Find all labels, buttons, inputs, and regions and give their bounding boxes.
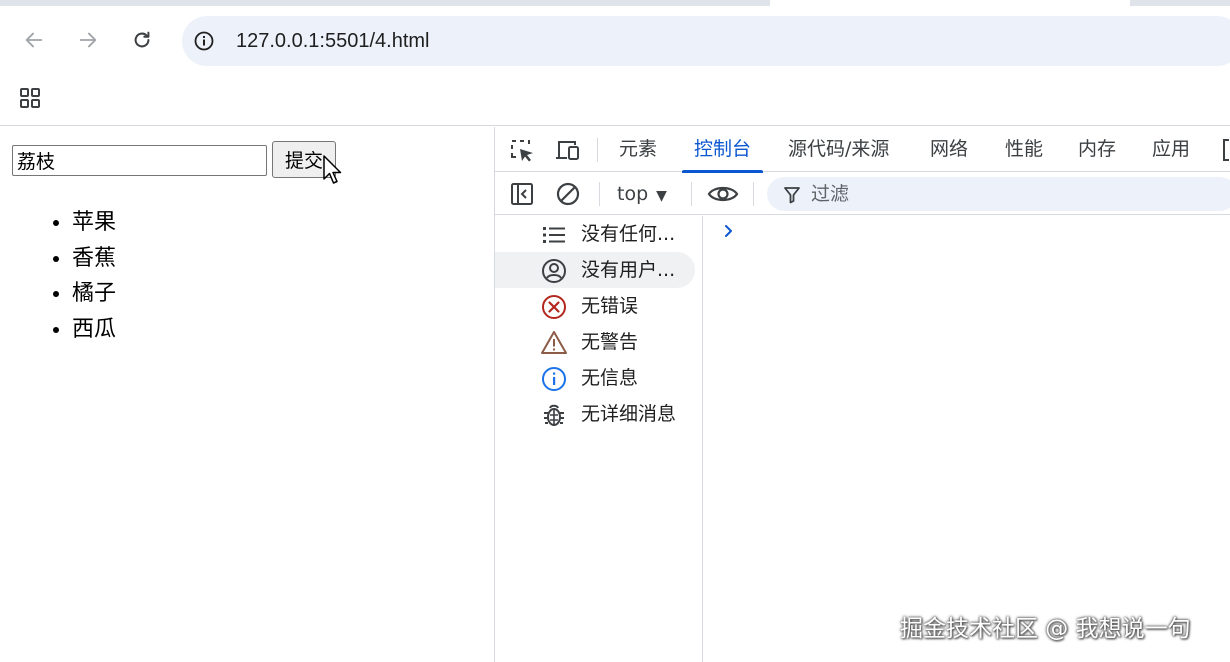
list-item: 橘子 <box>72 276 116 312</box>
sidebar-item-label: 无警告 <box>581 331 639 353</box>
forward-button[interactable] <box>72 24 104 56</box>
sidebar-toggle-icon[interactable] <box>509 181 535 207</box>
sidebar-item-messages[interactable]: 没有任何... <box>495 216 703 252</box>
watermark: 掘金技术社区 @ 我想说一句 <box>900 616 1191 642</box>
devtools-panel: 元素 控制台 源代码/来源 网络 性能 内存 应用 top ▼ 过滤 没有任何.… <box>494 127 1230 662</box>
context-selector[interactable]: top ▼ <box>617 179 667 209</box>
reload-button[interactable] <box>126 24 158 56</box>
list-item: 香蕉 <box>72 241 116 277</box>
sidebar-item-errors[interactable]: 无错误 <box>495 288 703 324</box>
inspect-element-icon[interactable] <box>509 138 535 162</box>
back-arrow-icon <box>25 32 43 48</box>
sidebar-item-label: 无错误 <box>581 295 639 317</box>
list-item: 西瓜 <box>72 312 116 348</box>
fruit-input[interactable] <box>12 145 267 176</box>
live-expression-eye-icon[interactable] <box>707 181 739 207</box>
tab-memory[interactable]: 内存 <box>1078 127 1116 172</box>
console-toolbar: top ▼ 过滤 <box>495 173 1230 215</box>
mouse-cursor-icon <box>323 155 342 184</box>
url-text[interactable]: 127.0.0.1:5501/4.html <box>236 28 429 54</box>
filter-funnel-icon <box>784 187 800 204</box>
warning-icon <box>541 331 567 354</box>
tab-network[interactable]: 网络 <box>930 127 968 172</box>
context-value: top <box>617 183 649 205</box>
console-sidebar: 没有任何... 没有用户... 无错误 无警告 无信息 无详细消息 <box>495 216 703 662</box>
tab-sources[interactable]: 源代码/来源 <box>788 127 889 172</box>
address-bar[interactable]: 127.0.0.1:5501/4.html <box>182 16 1230 66</box>
info-icon <box>542 367 566 391</box>
sidebar-item-label: 没有用户... <box>581 259 676 281</box>
bookmarks-bar <box>0 72 1230 126</box>
device-toolbar-icon[interactable] <box>555 138 581 162</box>
sidebar-item-user-messages[interactable]: 没有用户... <box>495 252 695 288</box>
site-info-icon[interactable] <box>194 31 214 51</box>
forward-arrow-icon <box>79 32 97 48</box>
bug-icon <box>544 404 564 426</box>
sidebar-item-verbose[interactable]: 无详细消息 <box>495 396 703 432</box>
back-button[interactable] <box>18 24 50 56</box>
console-toolbar-divider <box>691 182 692 206</box>
tab-overflow-partial[interactable] <box>1223 139 1229 161</box>
sidebar-item-label: 无信息 <box>581 367 639 389</box>
console-prompt-chevron-icon <box>725 225 732 237</box>
filter-placeholder: 过滤 <box>811 183 850 205</box>
browser-toolbar: 127.0.0.1:5501/4.html <box>0 6 1230 72</box>
user-icon <box>542 259 566 283</box>
error-icon <box>542 295 566 319</box>
tabbar-divider <box>597 138 598 162</box>
sidebar-item-info[interactable]: 无信息 <box>495 360 703 396</box>
sidebar-item-label: 无详细消息 <box>581 403 677 425</box>
tab-performance[interactable]: 性能 <box>1005 127 1043 172</box>
sidebar-item-label: 没有任何... <box>581 223 676 245</box>
tab-elements[interactable]: 元素 <box>619 127 657 172</box>
reload-icon <box>134 31 150 48</box>
tab-console[interactable]: 控制台 <box>681 127 764 173</box>
console-toolbar-divider <box>753 182 754 206</box>
clear-console-icon[interactable] <box>555 181 581 207</box>
console-output[interactable] <box>704 216 1230 662</box>
fruit-list: 苹果 香蕉 橘子 西瓜 <box>72 205 116 347</box>
devtools-tabbar: 元素 控制台 源代码/来源 网络 性能 内存 应用 <box>495 127 1230 173</box>
page-content: 提交 苹果 香蕉 橘子 西瓜 <box>0 127 494 662</box>
apps-grid-icon[interactable] <box>18 86 42 110</box>
list-item: 苹果 <box>72 205 116 241</box>
tab-application[interactable]: 应用 <box>1152 127 1190 172</box>
caret-down-icon: ▼ <box>656 188 667 204</box>
filter-input[interactable]: 过滤 <box>767 177 1230 211</box>
list-icon <box>543 227 565 243</box>
console-toolbar-divider <box>599 182 600 206</box>
sidebar-item-warnings[interactable]: 无警告 <box>495 324 703 360</box>
